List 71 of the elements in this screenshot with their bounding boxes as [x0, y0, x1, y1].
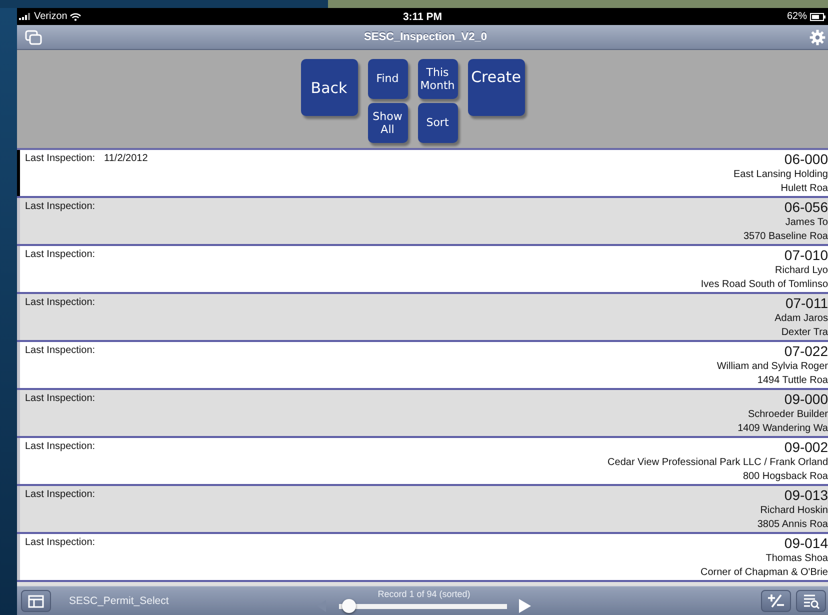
windows-icon[interactable]	[25, 30, 42, 44]
owner-name: Thomas Shoa	[766, 552, 828, 566]
field-label: Last Inspection:	[25, 249, 96, 262]
site-address: 3570 Baseline Roa	[743, 230, 828, 244]
field-label: Last Inspection:	[25, 537, 96, 550]
action-button[interactable]: Sort	[418, 103, 458, 143]
permit-number: 09-000	[784, 391, 828, 408]
field-label: Last Inspection:	[25, 153, 96, 166]
plus-minus-icon	[767, 594, 785, 608]
owner-name: East Lansing Holding	[733, 168, 828, 182]
wifi-icon	[70, 12, 82, 20]
permit-number: 07-011	[785, 295, 828, 312]
site-address: 1494 Tuttle Roa	[757, 374, 828, 388]
owner-name: Cedar View Professional Park LLC / Frank Orland	[608, 456, 828, 470]
settings-icon[interactable]	[808, 28, 826, 46]
field-label: Last Inspection:	[25, 345, 96, 358]
window-title: SESC_Inspection_V2_0	[364, 31, 487, 43]
battery-icon	[810, 12, 826, 20]
layout-name: SESC_Permit_Select	[69, 595, 169, 607]
permit-number: 09-013	[784, 487, 828, 504]
plus-minus-button[interactable]	[761, 590, 791, 612]
layout-button[interactable]	[21, 590, 51, 612]
permit-number: 07-010	[784, 247, 828, 264]
owner-name: William and Sylvia Roger	[716, 360, 828, 374]
inspection-date: 11/2/2012	[104, 153, 148, 166]
record-row[interactable]: Last Inspection: 07-011 Adam Jaros Dexter Tra	[17, 294, 828, 342]
site-address: 3805 Annis Roa	[757, 518, 828, 532]
action-button[interactable]: Show All	[368, 103, 408, 143]
owner-name: Schroeder Builder	[748, 408, 828, 422]
owner-name: Richard Lyo	[775, 264, 828, 278]
slider-thumb[interactable]	[342, 599, 356, 613]
permit-number: 07-022	[784, 343, 828, 360]
permit-number: 06-056	[784, 199, 828, 216]
battery-percent: 62%	[786, 11, 807, 22]
site-address: Dexter Tra	[781, 326, 828, 340]
field-label: Last Inspection:	[25, 297, 96, 310]
record-row[interactable]: Last Inspection: 09-013 Richard Hoskin 3805 Annis Roa	[17, 486, 828, 534]
permit-number: 09-014	[784, 535, 828, 552]
action-button[interactable]: Create	[468, 59, 524, 116]
field-label: Last Inspection:	[25, 441, 96, 454]
record-row[interactable]: Last Inspection: 07-010 Richard Lyo Ives Road South of Tomlinso	[17, 246, 828, 294]
clock-time: 3:11 PM	[402, 10, 442, 22]
permit-number: 06-000	[784, 151, 828, 168]
carrier-name: Verizon	[34, 11, 68, 22]
field-label: Last Inspection:	[25, 393, 96, 406]
find-records-button[interactable]	[796, 590, 826, 612]
record-row[interactable]: Last Inspection: 06-056 James To 3570 Baseline Roa	[17, 198, 828, 246]
action-button[interactable]: Find	[368, 59, 408, 99]
search-list-icon	[802, 594, 820, 608]
site-address: Corner of Chapman & O'Brie	[700, 566, 828, 580]
field-label: Last Inspection:	[25, 201, 96, 214]
permit-number: 09-002	[784, 439, 828, 456]
site-address: 800 Hogsback Roa	[742, 470, 828, 484]
site-address: Ives Road South of Tomlinso	[700, 278, 828, 292]
record-status: Record 1 of 94 (sorted)	[378, 589, 470, 599]
site-address: Hulett Roa	[780, 182, 828, 196]
record-row[interactable]: Last Inspection: 11/2/2012 06-000 East Lansing Holding Hulett Roa	[17, 150, 828, 198]
layout-icon	[28, 594, 44, 608]
field-label: Last Inspection:	[25, 489, 96, 502]
site-address: 1409 Wandering Wa	[738, 422, 828, 436]
owner-name: Adam Jaros	[774, 312, 828, 326]
record-row[interactable]: Last Inspection: 07-022 William and Sylvia Roger 1494 Tuttle Roa	[17, 342, 828, 390]
owner-name: Richard Hoskin	[760, 504, 828, 518]
action-button[interactable]: Back	[300, 59, 358, 116]
owner-name: James To	[785, 216, 828, 230]
record-row[interactable]: Last Inspection: 09-014 Thomas Shoa Corner of Chapman & O'Brie	[17, 534, 828, 582]
record-row[interactable]: Last Inspection: 09-002 Cedar View Professional Park LLC / Frank Orland 800 Hogsback Roa	[17, 438, 828, 486]
next-icon[interactable]	[519, 599, 531, 613]
action-button[interactable]: This Month	[418, 59, 458, 99]
signal-icon	[19, 13, 31, 20]
record-row[interactable]: Last Inspection: 09-000 Schroeder Builder 1409 Wandering Wa	[17, 390, 828, 438]
